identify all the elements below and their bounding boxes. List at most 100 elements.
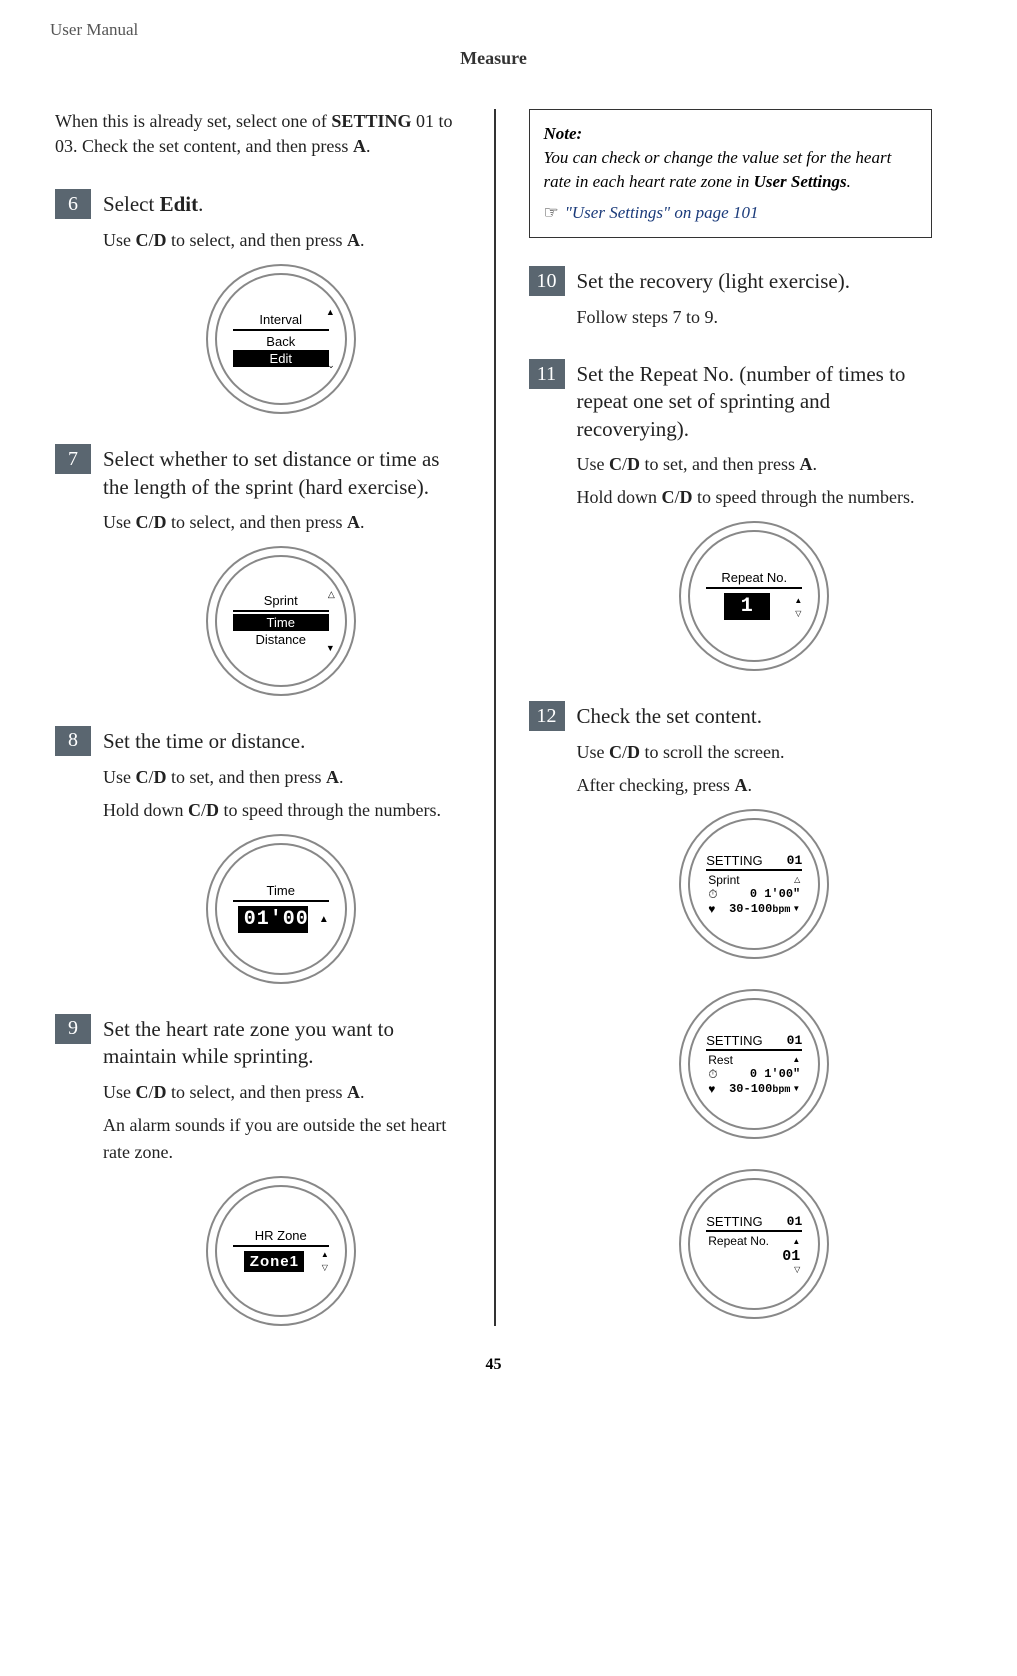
watch-face-hrzone: HR Zone Zone1 ▲ ▽ <box>206 1176 356 1326</box>
watch-header-num: 01 <box>787 1214 803 1229</box>
text: . <box>339 767 344 787</box>
two-column-layout: When this is already set, select one of … <box>20 109 967 1326</box>
step-title: Select whether to set distance or time a… <box>103 444 459 501</box>
step-8: 8 Set the time or distance. Use C/D to s… <box>103 726 459 984</box>
heart-icon: ♥ <box>708 902 715 916</box>
step-title: Set the recovery (light exercise). <box>577 266 850 296</box>
step-number-badge: 7 <box>55 444 91 474</box>
text-bold: User Settings <box>754 172 847 191</box>
arrow-down-icon: ▼ <box>326 643 335 653</box>
step-number-badge: 12 <box>529 701 565 731</box>
section-title: Measure <box>20 48 967 69</box>
watch-value: 0 1'00" <box>750 1067 800 1081</box>
watch-header: Time <box>233 883 329 902</box>
watch-line-selected: Edit <box>233 350 329 367</box>
text: . <box>847 172 851 191</box>
step-title: Set the heart rate zone you want to main… <box>103 1014 459 1071</box>
text: to speed through the numbers. <box>219 800 441 820</box>
text-bold: D <box>206 800 219 820</box>
watch-value: Zone1 <box>244 1251 304 1272</box>
page-number: 45 <box>20 1356 967 1374</box>
left-column: When this is already set, select one of … <box>20 109 494 1326</box>
unit: bpm <box>772 905 790 916</box>
text: to select, and then press <box>167 512 347 532</box>
watch-header: SETTING <box>706 1033 762 1048</box>
column-divider <box>494 109 496 1326</box>
watch-value: 30-100 <box>729 902 772 916</box>
arrow-down-icon: ▼ <box>792 904 800 913</box>
step-12: 12 Check the set content. Use C/D to scr… <box>577 701 933 1319</box>
text-bold: A <box>326 767 339 787</box>
watch-header-num: 01 <box>787 1033 803 1048</box>
arrow-up-icon: △ <box>328 589 335 600</box>
text: to select, and then press <box>167 230 347 250</box>
watch-face-setting-rest: SETTING 01 Rest▲ ⏱0 1'00" ♥30-100bpm▼ <box>679 989 829 1139</box>
arrow-down-icon: ▽ <box>794 1265 800 1274</box>
watch-value: 30-100 <box>729 1082 772 1096</box>
step-body: Follow steps 7 to 9. <box>577 304 933 331</box>
watch-header: Interval <box>233 312 329 331</box>
text-bold: C <box>136 230 149 250</box>
arrow-up-icon: ▲ <box>319 914 329 925</box>
watch-value: 1 <box>724 593 770 620</box>
watch-value: 01'00" <box>238 906 308 933</box>
stopwatch-icon: ⏱ <box>708 1067 717 1082</box>
text: When this is already set, select one of <box>55 111 331 131</box>
watch-line: Distance <box>233 631 329 648</box>
watch-header: Repeat No. <box>706 570 802 589</box>
text-bold: A <box>353 136 366 156</box>
text: to select, and then press <box>167 1082 347 1102</box>
step-number-badge: 8 <box>55 726 91 756</box>
text: Use <box>577 742 610 762</box>
arrow-up-icon: ▲ <box>326 307 335 317</box>
note-label: Note: <box>544 124 583 143</box>
text-bold: A <box>799 454 812 474</box>
text: Select <box>103 192 160 216</box>
text: Use <box>103 1082 136 1102</box>
step-7: 7 Select whether to set distance or time… <box>103 444 459 696</box>
text: to speed through the numbers. <box>693 487 915 507</box>
note-box: Note: You can check or change the value … <box>529 109 933 238</box>
text-bold: C <box>609 742 622 762</box>
step-11: 11 Set the Repeat No. (number of times t… <box>577 359 933 671</box>
step-body: Hold down C/D to speed through the numbe… <box>103 797 459 824</box>
text-bold: A <box>734 775 747 795</box>
step-body: Use C/D to select, and then press A. <box>103 509 459 536</box>
intro-paragraph: When this is already set, select one of … <box>55 109 459 159</box>
text-bold: C <box>662 487 675 507</box>
stopwatch-icon: ⏱ <box>708 887 717 902</box>
text: . <box>747 775 752 795</box>
watch-face-interval: Interval Back Edit ▲ ⌄ <box>206 264 356 414</box>
watch-value: 0 1'00" <box>750 887 800 901</box>
step-title: Check the set content. <box>577 701 762 731</box>
watch-header: SETTING <box>706 1214 762 1229</box>
watch-face-repeat: Repeat No. 1 ▲ ▽ <box>679 521 829 671</box>
watch-line-selected: Time <box>233 614 329 631</box>
watch-line: Back <box>233 333 329 350</box>
text: Hold down <box>103 800 188 820</box>
text: to set, and then press <box>640 454 799 474</box>
unit: bpm <box>772 1085 790 1096</box>
text: . <box>360 1082 365 1102</box>
arrow-up-icon: ▲ <box>321 1250 329 1259</box>
step-title: Set the Repeat No. (number of times to r… <box>577 359 933 443</box>
text-bold: D <box>627 742 640 762</box>
step-body: Use C/D to select, and then press A. <box>103 227 459 254</box>
cross-reference-link[interactable]: "User Settings" on page 101 <box>565 203 759 222</box>
step-number-badge: 11 <box>529 359 565 389</box>
text-bold: C <box>136 1082 149 1102</box>
text: Use <box>103 767 136 787</box>
step-title: Select Edit. <box>103 189 203 219</box>
text-bold: SETTING <box>331 111 411 131</box>
watch-face-time: Time 01'00" ▲ <box>206 834 356 984</box>
watch-face-sprint: Sprint Time Distance △ ▼ <box>206 546 356 696</box>
text-bold: D <box>154 230 167 250</box>
text-bold: D <box>680 487 693 507</box>
arrow-up-icon: ▲ <box>792 1237 800 1246</box>
text: . <box>198 192 203 216</box>
text-bold: C <box>188 800 201 820</box>
arrow-down-icon: ▽ <box>321 1263 329 1272</box>
arrow-up-icon: ▲ <box>792 1055 800 1064</box>
watch-header: Sprint <box>233 593 329 612</box>
step-title: Set the time or distance. <box>103 726 305 756</box>
